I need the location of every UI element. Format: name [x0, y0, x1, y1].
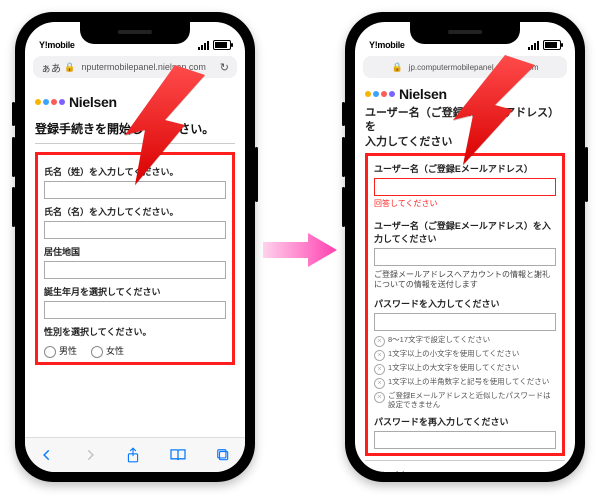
carrier-label: Y!mobile — [369, 40, 405, 50]
brand-name: Nielsen — [399, 86, 447, 102]
input-birth[interactable] — [44, 301, 226, 319]
battery-icon — [543, 40, 561, 50]
section-confirm: 本人確認 — [365, 460, 565, 472]
input-password2[interactable] — [374, 431, 556, 449]
brand-name: Nielsen — [69, 94, 117, 110]
share-button[interactable] — [126, 447, 140, 463]
label-birth: 誕生年月を選択してください — [44, 285, 226, 298]
x-icon: × — [374, 350, 385, 361]
notch — [410, 22, 520, 44]
label-country: 居住地国 — [44, 245, 226, 258]
highlight-box: ユーザー名（ご登録Eメールアドレス） 回答してください ユーザー名（ご登録Eメー… — [365, 153, 565, 456]
tabs-button[interactable] — [216, 448, 230, 462]
lock-icon: 🔒 — [391, 62, 402, 73]
signal-icon — [528, 41, 539, 50]
text-size-button[interactable]: ぁあ — [41, 60, 61, 75]
flow-arrow-icon — [260, 230, 340, 270]
label-username2: ユーザー名（ご登録Eメールアドレス）を入力してください — [374, 219, 556, 245]
bookmarks-button[interactable] — [169, 448, 187, 462]
battery-icon — [213, 40, 231, 50]
input-password[interactable] — [374, 313, 556, 331]
input-country[interactable] — [44, 261, 226, 279]
password-rules: ×8〜17文字で設定してください ×1文字以上の小文字を使用してください ×1文… — [374, 335, 556, 409]
notch — [80, 22, 190, 44]
back-button[interactable] — [40, 448, 54, 462]
error-text: 回答してください — [374, 198, 556, 209]
x-icon: × — [374, 392, 385, 403]
input-given[interactable] — [44, 221, 226, 239]
safari-toolbar — [25, 437, 245, 472]
lock-icon: 🔒 — [64, 62, 75, 73]
label-given: 氏名（名）を入力してください。 — [44, 205, 226, 218]
pointer-arrow-icon — [115, 65, 205, 190]
x-icon: × — [374, 336, 385, 347]
label-password2: パスワードを再入力してください — [374, 415, 556, 428]
carrier-label: Y!mobile — [39, 40, 75, 50]
signal-icon — [198, 41, 209, 50]
radio-female[interactable]: 女性 — [91, 344, 124, 358]
input-username2[interactable] — [374, 248, 556, 266]
forward-button[interactable] — [83, 448, 97, 462]
hint-text: ご登録メールアドレスへアカウントの情報と謝礼についての情報を送付します — [374, 270, 556, 291]
input-username[interactable] — [374, 178, 556, 196]
x-icon: × — [374, 378, 385, 389]
pointer-arrow-icon — [445, 55, 535, 170]
label-password: パスワードを入力してください — [374, 297, 556, 310]
radio-male[interactable]: 男性 — [44, 344, 77, 358]
label-gender: 性別を選択してください。 — [44, 325, 226, 338]
refresh-icon[interactable]: ↻ — [220, 61, 229, 74]
x-icon: × — [374, 364, 385, 375]
